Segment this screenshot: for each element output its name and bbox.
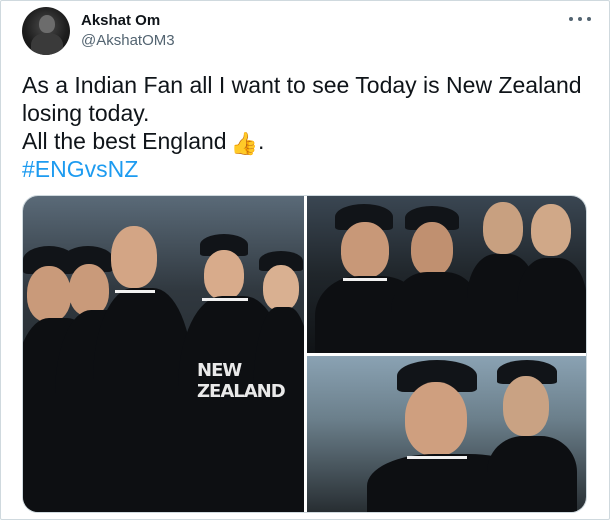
thumbs-up-icon: 👍 bbox=[230, 131, 258, 156]
photo-captain-cap[interactable] bbox=[307, 356, 586, 512]
tweet-line-1: As a Indian Fan all I want to see Today … bbox=[22, 72, 582, 98]
tweet-card[interactable]: Akshat Om @AkshatOM3 As a Indian Fan all… bbox=[0, 0, 610, 520]
profile-avatar[interactable] bbox=[22, 7, 70, 55]
author-handle[interactable]: @AkshatOM3 bbox=[81, 32, 175, 49]
photo-team-lineup[interactable]: NEW ZEALAND bbox=[23, 196, 304, 512]
tweet-line-3-text: All the best England bbox=[22, 128, 227, 154]
jersey-text: NEW ZEALAND bbox=[197, 360, 286, 402]
hashtag-link[interactable]: #ENGvsNZ bbox=[22, 155, 597, 183]
author-name[interactable]: Akshat Om bbox=[81, 12, 160, 29]
avatar-body-shape bbox=[31, 33, 63, 55]
media-grid: NEW ZEALAND bbox=[22, 195, 587, 513]
tweet-line-3: All the best England 👍. bbox=[22, 127, 597, 155]
more-options-icon[interactable] bbox=[569, 11, 591, 27]
more-dot bbox=[569, 17, 573, 21]
more-dot bbox=[587, 17, 591, 21]
more-dot bbox=[578, 17, 582, 21]
photo-captain-thinking[interactable] bbox=[307, 196, 586, 353]
avatar-head-shape bbox=[39, 15, 55, 33]
tweet-line-3-end: . bbox=[258, 128, 265, 154]
tweet-text: As a Indian Fan all I want to see Today … bbox=[22, 71, 597, 183]
tweet-line-2: losing today. bbox=[22, 100, 150, 126]
